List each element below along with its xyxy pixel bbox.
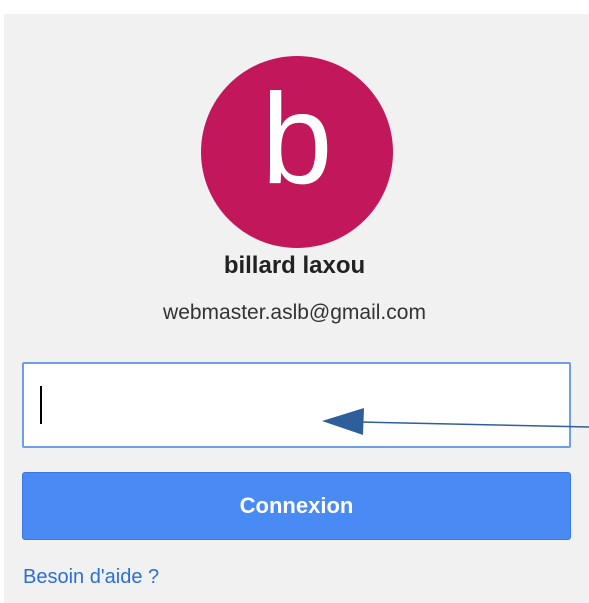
password-input[interactable] [22,362,571,448]
help-link[interactable]: Besoin d'aide ? [23,566,159,589]
avatar: b [201,56,393,248]
account-name: billard laxou [223,252,366,279]
text-caret [40,386,42,424]
avatar-letter: b [261,68,333,211]
login-button[interactable]: Connexion [22,472,571,540]
account-email: webmaster.aslb@gmail.com [163,301,426,324]
